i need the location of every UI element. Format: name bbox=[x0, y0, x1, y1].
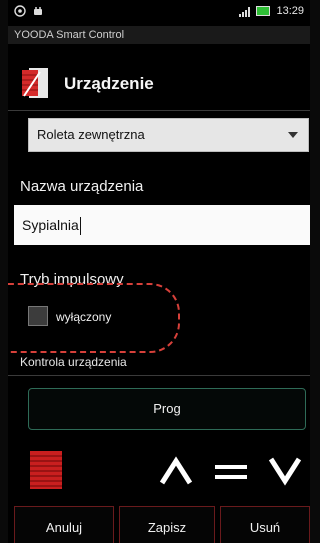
status-time: 13:29 bbox=[276, 5, 304, 17]
prog-button[interactable]: Prog bbox=[28, 388, 306, 430]
stop-icon[interactable] bbox=[211, 453, 251, 489]
blind-device-icon bbox=[22, 68, 48, 98]
impulse-mode-checkbox-label: wyłączony bbox=[56, 310, 112, 324]
dropdown-arrow-icon bbox=[288, 132, 298, 138]
delete-button[interactable]: Usuń bbox=[220, 506, 310, 543]
impulse-mode-checkbox[interactable] bbox=[28, 306, 48, 326]
device-type-dropdown[interactable]: Roleta zewnętrzna bbox=[28, 118, 309, 152]
battery-icon bbox=[256, 6, 271, 16]
app-name: YOODA Smart Control bbox=[8, 26, 310, 44]
device-name-value: Sypialnia bbox=[22, 217, 79, 233]
device-name-input[interactable]: Sypialnia bbox=[14, 205, 310, 245]
down-chevron-icon[interactable] bbox=[265, 453, 305, 489]
app-screen: 13:29 YOODA Smart Control Urządzenie Rol… bbox=[8, 0, 310, 543]
impulse-mode-label: Tryb impulsowy bbox=[20, 271, 124, 288]
screen-header: Urządzenie bbox=[8, 58, 310, 108]
sim-icon bbox=[14, 5, 26, 17]
signal-icon bbox=[239, 5, 251, 17]
device-control-label: Kontrola urządzenia bbox=[20, 355, 127, 369]
up-chevron-icon[interactable] bbox=[156, 453, 196, 489]
device-name-label: Nazwa urządzenia bbox=[20, 178, 144, 195]
header-divider bbox=[8, 110, 310, 111]
cancel-button[interactable]: Anuluj bbox=[14, 506, 114, 543]
device-type-selected: Roleta zewnętrzna bbox=[37, 127, 145, 142]
page-title: Urządzenie bbox=[64, 74, 154, 93]
android-icon bbox=[34, 7, 42, 15]
control-divider bbox=[8, 375, 310, 376]
blind-icon[interactable] bbox=[30, 451, 62, 489]
status-bar: 13:29 bbox=[8, 0, 310, 24]
text-cursor bbox=[79, 217, 81, 236]
save-button[interactable]: Zapisz bbox=[119, 506, 215, 543]
